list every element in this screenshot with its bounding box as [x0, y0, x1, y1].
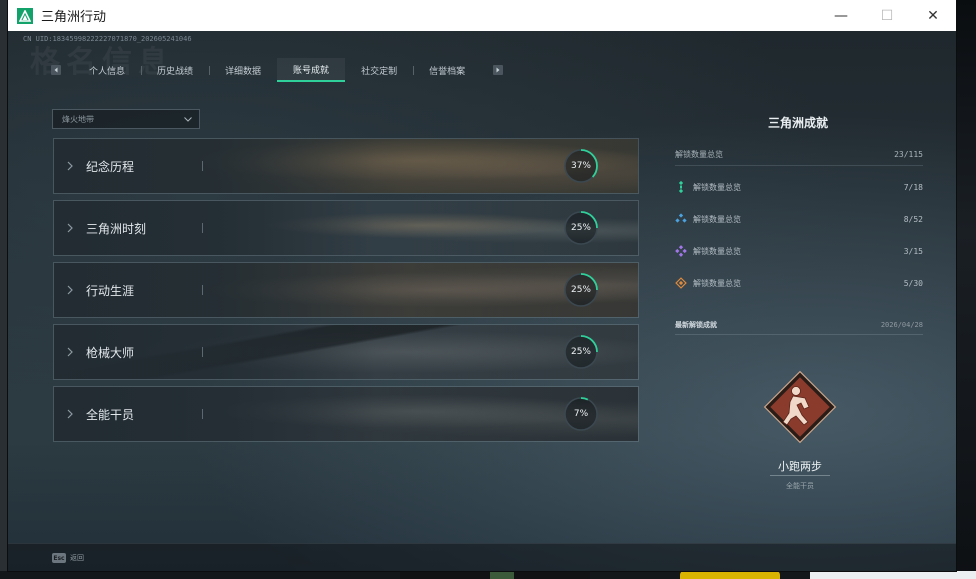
- app-window: 三角洲行动 — ☐ ✕ 格名信息 CN UID:1834599822222707…: [8, 0, 956, 571]
- latest-unlock-header: 最新解锁成就 2026/04/28: [675, 316, 923, 335]
- chevron-right-icon: [67, 161, 73, 171]
- achievement-category-list: 纪念历程 37% 三角洲时刻 25% 行动生涯 25% 枪械大师 25% 全能干…: [53, 138, 639, 448]
- app-logo-icon: [17, 7, 33, 24]
- progress-label: 7%: [573, 409, 589, 419]
- panel-title: 三角洲成就: [767, 116, 828, 130]
- tab-prev-button[interactable]: [51, 65, 61, 75]
- stat-value: 3/15: [903, 246, 923, 256]
- stat-row: 解锁数量总览 8/52: [675, 203, 923, 235]
- taskbar-strip: [0, 571, 976, 579]
- chevron-right-icon: [67, 409, 73, 419]
- stat-value: 5/30: [903, 278, 923, 288]
- purple-gem-icon: [675, 245, 687, 257]
- window-title: 三角洲行动: [41, 10, 107, 25]
- mode-select-value: 烽火地带: [62, 114, 94, 124]
- stat-row: 解锁数量总览 7/18: [675, 171, 923, 203]
- tab-bar: 个人信息 历史战绩 详细数据 账号成就 社交定制 信誉档案: [51, 58, 504, 82]
- tab-credit-record[interactable]: 信誉档案: [413, 59, 481, 81]
- game-view: 格名信息 CN UID:18345998222227071870_2026052…: [8, 31, 956, 571]
- desktop-background: [956, 0, 976, 579]
- running-figure-badge-icon[interactable]: [760, 367, 840, 447]
- category-row[interactable]: 三角洲时刻 25%: [53, 200, 639, 256]
- stat-label: 解锁数量总览: [693, 182, 741, 192]
- chevron-right-icon: [67, 347, 73, 357]
- chevron-right-icon: [67, 223, 73, 233]
- unlock-summary: 解锁数量总览 23/115: [675, 143, 923, 166]
- stat-label: 解锁数量总览: [693, 278, 741, 288]
- rarity-stat-list: 解锁数量总览 7/18 解锁数量总览 8/52 解锁数量总览 3/15 解锁数量…: [675, 171, 923, 299]
- category-name: 纪念历程: [86, 159, 135, 174]
- stat-value: 7/18: [903, 182, 923, 192]
- player-uid: CN UID:18345998222227071870_202605241046: [23, 35, 192, 43]
- arrow-right-icon: [496, 67, 500, 73]
- stat-label: 解锁数量总览: [693, 214, 741, 224]
- category-name: 全能干员: [86, 407, 135, 422]
- latest-unlock-date: 2026/04/28: [880, 321, 923, 329]
- orange-gem-icon: [675, 277, 687, 289]
- blue-gem-icon: [675, 213, 687, 223]
- progress-label: 25%: [570, 223, 591, 233]
- close-button[interactable]: ✕: [910, 0, 956, 31]
- category-row[interactable]: 全能干员 7%: [53, 386, 639, 442]
- tab-account-achievements[interactable]: 账号成就: [277, 58, 346, 82]
- tab-next-button[interactable]: [493, 65, 504, 75]
- stat-value: 8/52: [903, 214, 923, 224]
- latest-unlock-label: 最新解锁成就: [675, 321, 717, 329]
- mode-select[interactable]: 烽火地带: [52, 109, 200, 129]
- summary-label: 解锁数量总览: [675, 149, 723, 159]
- tab-history[interactable]: 历史战绩: [141, 59, 209, 81]
- chevron-down-icon: [184, 117, 192, 122]
- badge-name: 小跑两步: [778, 460, 822, 473]
- green-gem-icon: [678, 181, 684, 193]
- category-name: 三角洲时刻: [86, 221, 147, 236]
- tab-social-customization[interactable]: 社交定制: [345, 59, 413, 81]
- category-name: 枪械大师: [86, 345, 135, 360]
- arrow-left-icon: [54, 67, 58, 73]
- esc-key-hint[interactable]: Esc: [52, 553, 66, 563]
- back-label[interactable]: 返回: [70, 553, 84, 563]
- title-bar[interactable]: 三角洲行动 — ☐ ✕: [8, 0, 956, 31]
- minimize-button[interactable]: —: [818, 0, 864, 31]
- summary-value: 23/115: [894, 149, 923, 159]
- stat-label: 解锁数量总览: [693, 246, 741, 256]
- category-row[interactable]: 行动生涯 25%: [53, 262, 639, 318]
- stat-row: 解锁数量总览 5/30: [675, 267, 923, 299]
- chevron-right-icon: [67, 285, 73, 295]
- category-row[interactable]: 枪械大师 25%: [53, 324, 639, 380]
- tab-detailed-data[interactable]: 详细数据: [209, 59, 277, 81]
- progress-label: 37%: [570, 161, 591, 171]
- category-row[interactable]: 纪念历程 37%: [53, 138, 639, 194]
- footer-bar: Esc 返回: [8, 543, 956, 571]
- category-name: 行动生涯: [86, 283, 135, 298]
- badge-category: 全能干员: [786, 482, 814, 490]
- tab-personal-info[interactable]: 个人信息: [73, 59, 141, 81]
- stat-row: 解锁数量总览 3/15: [675, 235, 923, 267]
- progress-label: 25%: [570, 347, 591, 357]
- maximize-button[interactable]: ☐: [864, 0, 910, 31]
- progress-label: 25%: [570, 285, 591, 295]
